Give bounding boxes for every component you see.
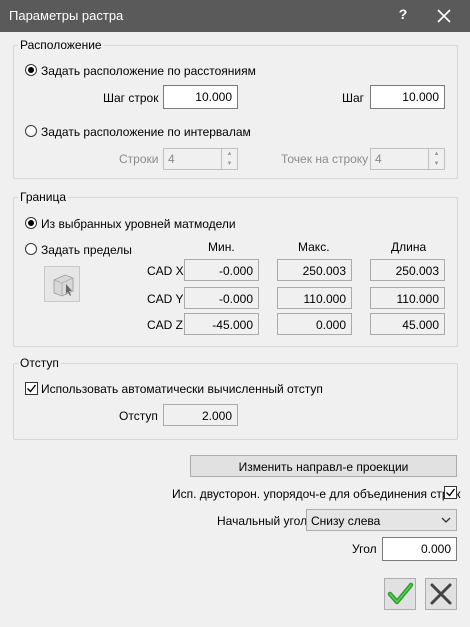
cancel-button[interactable] xyxy=(425,578,457,610)
points-spinner-arrows[interactable]: ▲ ▼ xyxy=(428,149,444,169)
offset-group xyxy=(13,363,458,440)
chevron-down-icon xyxy=(441,517,451,523)
bidirectional-checkbox[interactable] xyxy=(444,486,457,499)
change-projection-label: Изменить направл-е проекции xyxy=(238,460,409,474)
cad-z-length: 45.000 xyxy=(370,313,445,335)
cad-z-min: -45.000 xyxy=(184,313,259,335)
x-icon xyxy=(430,583,452,605)
by-interval-label[interactable]: Задать расположение по интервалам xyxy=(41,125,251,139)
length-header: Длина xyxy=(391,240,427,254)
points-spinner[interactable]: 4 ▲ ▼ xyxy=(370,148,445,170)
rows-spinner-arrows[interactable]: ▲ ▼ xyxy=(221,149,237,169)
set-limits-label[interactable]: Задать пределы xyxy=(41,243,132,257)
radio-set-limits[interactable] xyxy=(25,243,37,255)
change-projection-button[interactable]: Изменить направл-е проекции xyxy=(190,455,457,477)
cad-z-max: 0.000 xyxy=(277,313,352,335)
cad-y-label: CAD Y xyxy=(147,292,184,306)
offset-group-label: Отступ xyxy=(18,356,61,370)
radio-from-levels[interactable] xyxy=(25,217,37,229)
radio-by-interval[interactable] xyxy=(25,125,37,137)
step-label: Шаг xyxy=(342,91,365,105)
radio-by-distance[interactable] xyxy=(25,64,37,76)
start-corner-label: Начальный угол xyxy=(217,514,308,528)
help-button[interactable]: ? xyxy=(396,6,410,22)
cad-y-length: 110.000 xyxy=(370,287,445,309)
angle-label: Угол xyxy=(352,542,377,556)
placement-group-label: Расположение xyxy=(18,38,104,52)
spin-down-icon[interactable]: ▼ xyxy=(222,159,237,169)
checkmark-icon xyxy=(387,582,414,605)
by-distance-label[interactable]: Задать расположение по расстояниям xyxy=(41,64,256,78)
auto-offset-checkbox[interactable] xyxy=(25,382,38,395)
step-input[interactable]: 10.000 xyxy=(370,85,445,109)
window-title: Параметры растра xyxy=(9,8,124,23)
ok-button[interactable] xyxy=(384,578,416,610)
row-step-label: Шаг строк xyxy=(103,91,159,105)
points-value: 4 xyxy=(375,152,382,166)
spin-down-icon[interactable]: ▼ xyxy=(429,159,444,169)
close-button[interactable] xyxy=(432,4,456,28)
min-header: Мин. xyxy=(208,240,235,254)
rows-spinner[interactable]: 4 ▲ ▼ xyxy=(163,148,238,170)
from-levels-label[interactable]: Из выбранных уровней матмодели xyxy=(41,217,236,231)
checkmark-icon xyxy=(27,384,37,393)
bidirectional-label[interactable]: Исп. двусторон. упорядоч-е для объединен… xyxy=(172,487,460,501)
box-select-icon xyxy=(53,274,74,297)
pick-box-button[interactable] xyxy=(44,266,80,302)
cad-y-min: -0.000 xyxy=(184,287,259,309)
start-corner-select[interactable]: Снизу слева xyxy=(306,509,457,531)
auto-offset-label[interactable]: Использовать автоматически вычисленный о… xyxy=(41,382,323,396)
cad-y-max: 110.000 xyxy=(277,287,352,309)
spin-up-icon[interactable]: ▲ xyxy=(222,149,237,159)
max-header: Макс. xyxy=(298,240,330,254)
cad-x-length: 250.003 xyxy=(370,259,445,281)
cad-z-label: CAD Z xyxy=(147,318,183,332)
title-bar: Параметры растра ? xyxy=(0,0,470,32)
bounds-group-label: Граница xyxy=(18,190,69,204)
rows-value: 4 xyxy=(168,152,175,166)
checkmark-icon xyxy=(446,488,456,497)
offset-input: 2.000 xyxy=(163,404,238,426)
cad-x-label: CAD X xyxy=(147,264,184,278)
spin-up-icon[interactable]: ▲ xyxy=(429,149,444,159)
close-icon xyxy=(437,9,451,23)
cad-x-min: -0.000 xyxy=(184,259,259,281)
angle-input[interactable]: 0.000 xyxy=(382,537,457,561)
cad-x-max: 250.003 xyxy=(277,259,352,281)
rows-label: Строки xyxy=(119,152,159,166)
row-step-input[interactable]: 10.000 xyxy=(163,85,238,109)
points-per-row-label: Точек на строку xyxy=(281,152,369,166)
offset-label: Отступ xyxy=(119,409,158,423)
start-corner-value: Снизу слева xyxy=(311,514,381,528)
